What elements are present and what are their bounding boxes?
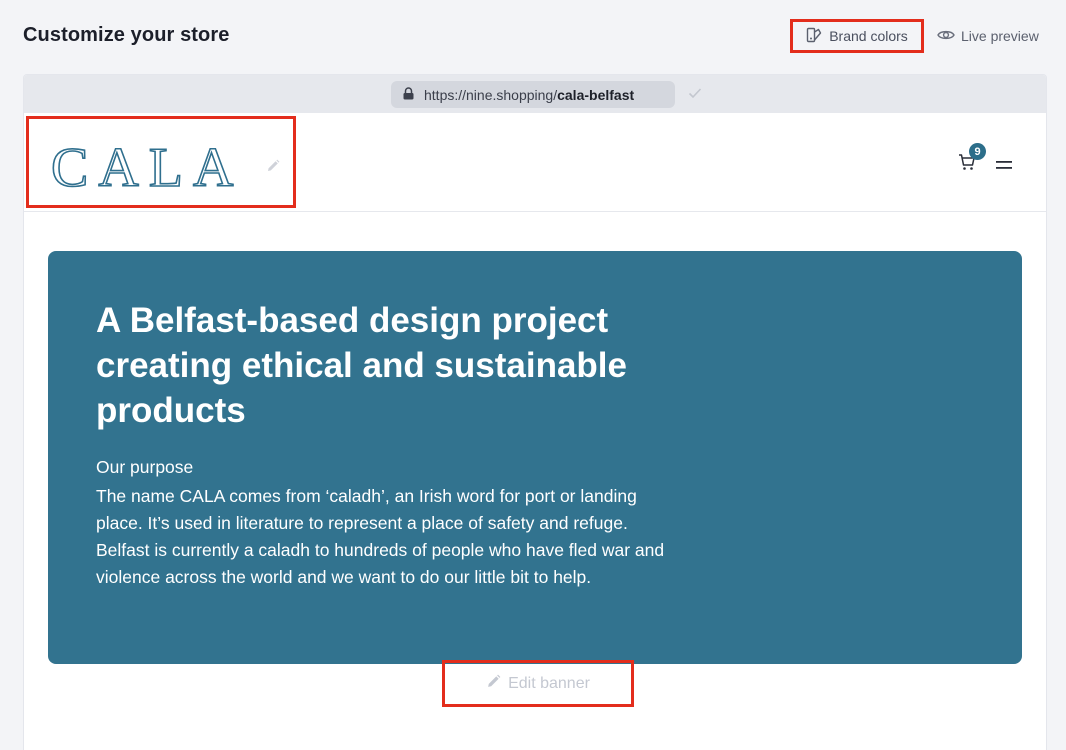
banner-body: The name CALA comes from ‘caladh’, an Ir… bbox=[96, 486, 665, 587]
store-header: CALA 9 bbox=[24, 113, 1046, 212]
url-bar: https://nine.shopping/cala-belfast bbox=[24, 75, 1046, 113]
brand-colors-label: Brand colors bbox=[829, 28, 908, 44]
edit-banner-button[interactable]: Edit banner bbox=[442, 660, 634, 707]
brand-colors-button[interactable]: Brand colors bbox=[790, 19, 924, 53]
pencil-icon[interactable] bbox=[266, 159, 280, 178]
live-preview-label: Live preview bbox=[961, 28, 1039, 44]
banner-title: A Belfast-based design project creating … bbox=[96, 301, 627, 430]
banner-subtitle: Our purpose bbox=[96, 457, 194, 477]
eye-icon bbox=[937, 28, 955, 45]
store-banner: A Belfast-based design project creating … bbox=[48, 251, 1022, 664]
logo-area[interactable]: CALA bbox=[26, 116, 296, 208]
url-path: cala-belfast bbox=[557, 86, 635, 103]
pencil-icon bbox=[486, 674, 501, 694]
lock-icon bbox=[403, 86, 414, 103]
store-preview-frame: https://nine.shopping/cala-belfast CALA bbox=[23, 74, 1047, 750]
customize-store-page: Customize your store Brand colors Live p… bbox=[0, 0, 1066, 750]
cart-count-badge: 9 bbox=[969, 143, 986, 160]
edit-banner-label: Edit banner bbox=[508, 674, 590, 692]
check-icon[interactable] bbox=[688, 86, 702, 104]
palette-icon bbox=[806, 27, 822, 46]
page-title: Customize your store bbox=[23, 24, 230, 46]
live-preview-button[interactable]: Live preview bbox=[937, 19, 1039, 53]
url-field[interactable]: https://nine.shopping/cala-belfast bbox=[391, 81, 675, 108]
store-logo: CALA bbox=[50, 136, 244, 200]
menu-icon[interactable] bbox=[996, 157, 1012, 175]
url-domain: https://nine.shopping/ bbox=[424, 86, 558, 103]
